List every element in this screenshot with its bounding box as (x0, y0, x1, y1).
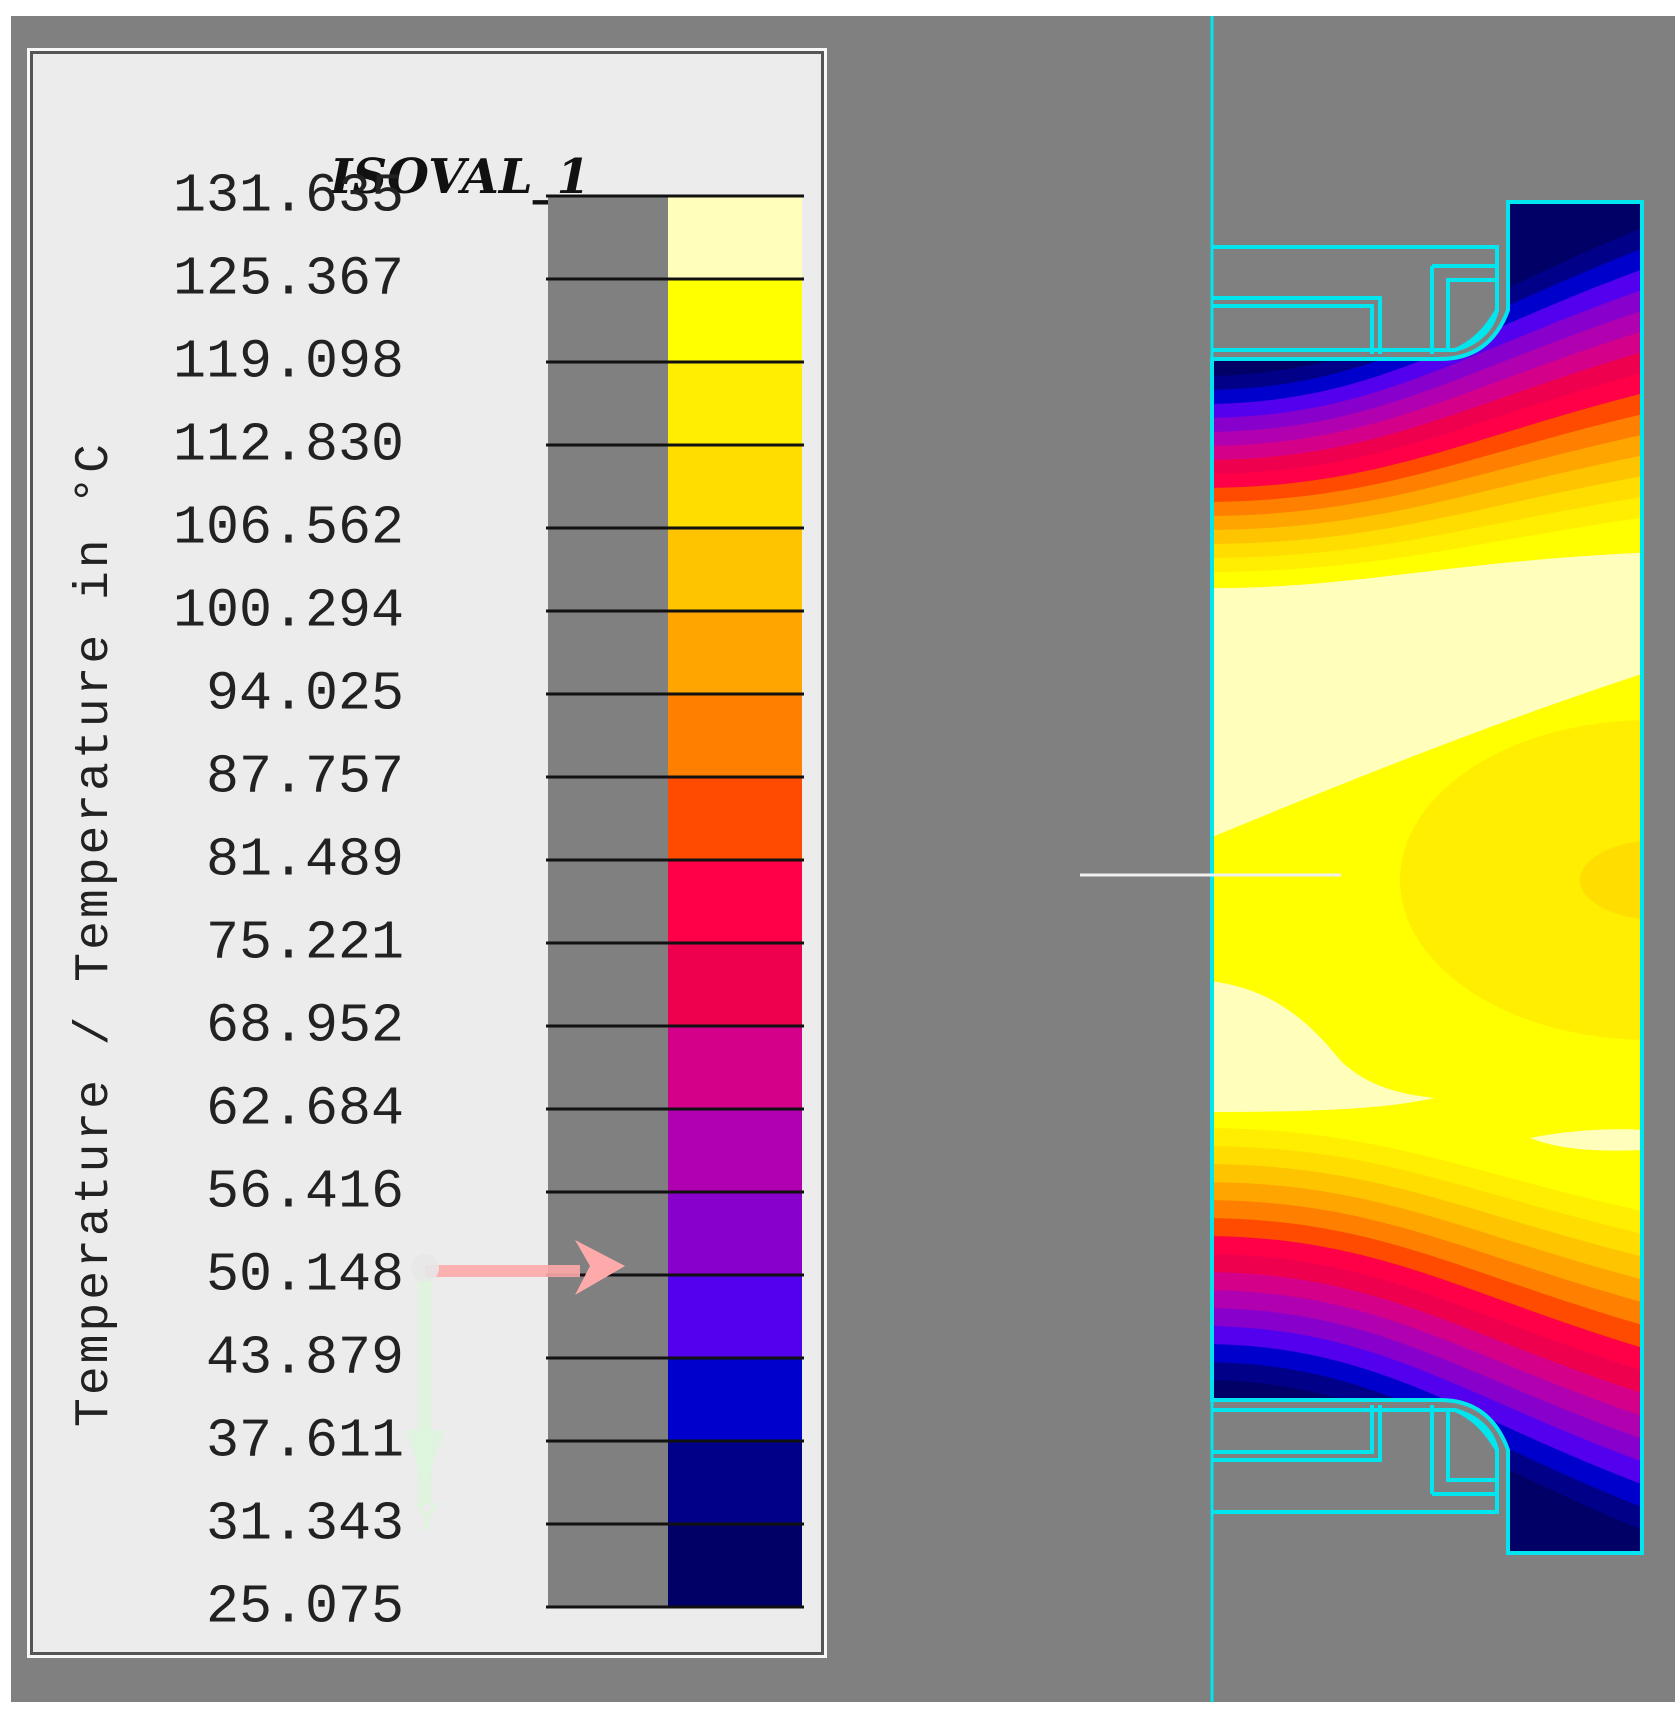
legend-level-label: 75.221 (205, 911, 404, 975)
legend-color-swatch (668, 1524, 802, 1607)
legend-gray-cell (548, 279, 668, 362)
legend-color-swatch (668, 694, 802, 777)
legend-gray-cell (548, 362, 668, 445)
legend-level-label: 94.025 (205, 662, 404, 726)
legend-level-label: 112.830 (172, 413, 404, 477)
legend-gray-cell (548, 860, 668, 943)
legend-level-label: 50.148 (205, 1243, 404, 1307)
legend-level-label: 87.757 (205, 745, 404, 809)
legend-color-swatch (668, 196, 802, 279)
legend-level-label: 119.098 (172, 330, 404, 394)
fixture-outline (1212, 304, 1374, 354)
legend-level-label: 106.562 (172, 496, 404, 560)
legend-gray-cell (548, 528, 668, 611)
triad-origin (411, 1254, 439, 1282)
legend-gray-cell (548, 196, 668, 279)
legend-color-swatch (668, 860, 802, 943)
legend-color-swatch (668, 279, 802, 362)
legend-gray-cell (548, 694, 668, 777)
fe-result-view: ISOVAL_1 Temperature / Temperature in °C… (0, 0, 1680, 1716)
triad-y-label: Y (414, 1495, 441, 1539)
legend-level-label: 37.611 (205, 1409, 404, 1473)
fixture-outline (1212, 309, 1499, 352)
legend-color-swatch (668, 528, 802, 611)
triad-y-arrow (405, 1430, 445, 1485)
legend-level-label: 56.416 (205, 1160, 404, 1224)
legend-gray-cell (548, 611, 668, 694)
legend-level-label: 100.294 (172, 579, 404, 643)
legend-level-label: 68.952 (205, 994, 404, 1058)
legend-color-swatch (668, 943, 802, 1026)
legend-color-swatch (668, 777, 802, 860)
legend-level-label: 31.343 (205, 1492, 404, 1556)
legend-gray-cell (548, 1275, 668, 1358)
legend-level-label: 62.684 (205, 1077, 404, 1141)
contour-fill (1212, 202, 1642, 1553)
legend-color-swatch (668, 1275, 802, 1358)
fixture-outline (1212, 1405, 1374, 1454)
legend-color-swatch (668, 1358, 802, 1441)
legend-color-swatch (668, 1441, 802, 1524)
legend-color-swatch (668, 611, 802, 694)
legend-color-swatch (668, 1192, 802, 1275)
legend-gray-cell (548, 1441, 668, 1524)
legend-gray-cell (548, 445, 668, 528)
legend-level-label: 43.879 (205, 1326, 404, 1390)
legend-level-label: 131.635 (172, 164, 404, 228)
legend-color-swatch (668, 445, 802, 528)
legend-level-label: 81.489 (205, 828, 404, 892)
legend-gray-cell (548, 1109, 668, 1192)
legend-color-swatch (668, 1026, 802, 1109)
legend-gray-cell (548, 1358, 668, 1441)
legend-gray-cell (548, 943, 668, 1026)
fixture-outline (1212, 1408, 1499, 1451)
legend-level-label: 25.075 (205, 1575, 404, 1639)
legend-gray-cell (548, 1524, 668, 1607)
legend-color-swatch (668, 362, 802, 445)
legend-level-label: 125.367 (172, 247, 404, 311)
legend-gray-cell (548, 777, 668, 860)
legend-gray-cell (548, 1026, 668, 1109)
fixture-outline (1212, 1470, 1499, 1514)
legend-color-swatch (668, 1109, 802, 1192)
